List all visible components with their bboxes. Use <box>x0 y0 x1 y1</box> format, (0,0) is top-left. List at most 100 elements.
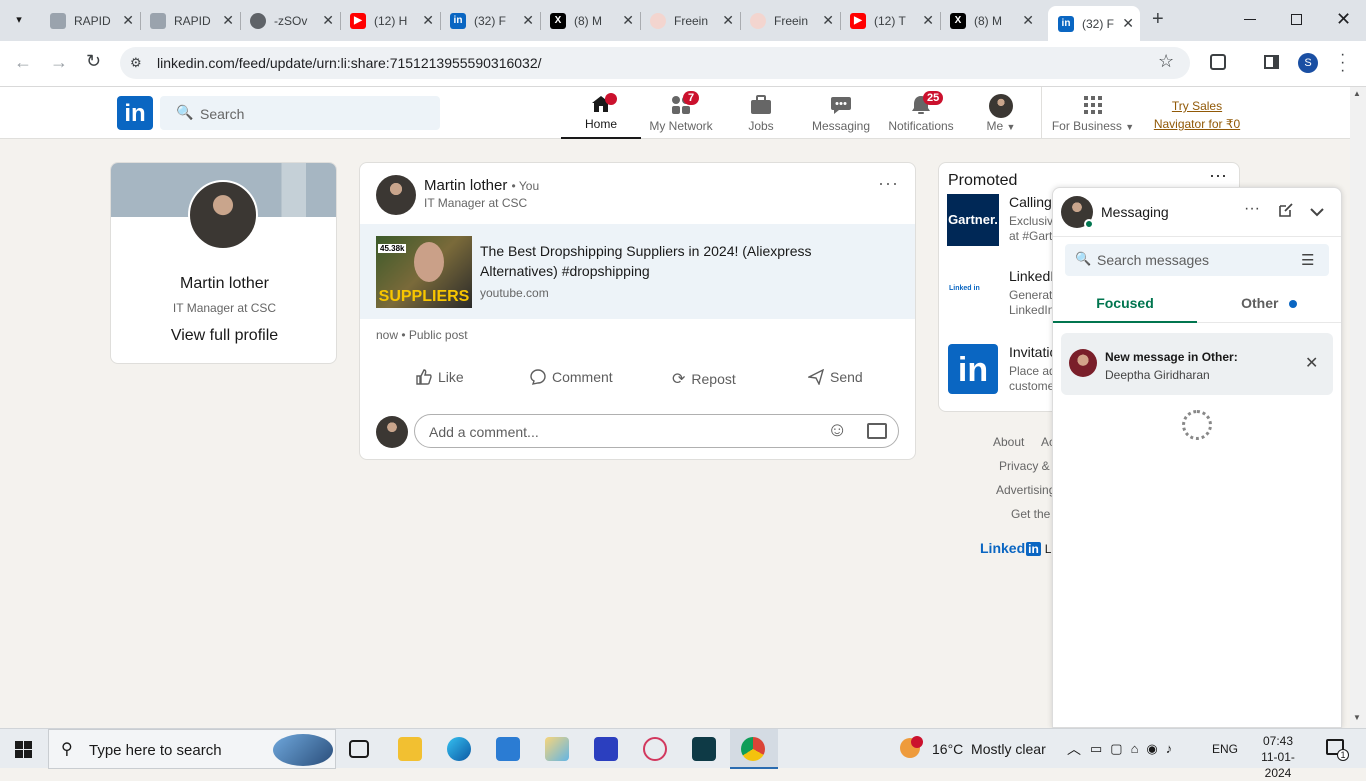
mail-icon[interactable] <box>496 737 520 761</box>
tab-close-icon[interactable]: ✕ <box>622 12 634 29</box>
footer-advertising-link[interactable]: Advertising <box>996 483 1055 497</box>
profile-avatar-large[interactable] <box>188 180 258 250</box>
forward-icon[interactable]: → <box>50 52 68 73</box>
nav-messaging[interactable]: Messaging <box>801 87 881 139</box>
file-explorer-icon[interactable] <box>398 737 422 761</box>
nav-my-network[interactable]: 7 My Network <box>641 87 721 139</box>
side-panel-icon[interactable] <box>1264 55 1279 69</box>
notice-close-icon[interactable]: ✕ <box>1305 353 1318 373</box>
tab-other[interactable]: Other <box>1197 285 1341 323</box>
url-text[interactable]: linkedin.com/feed/update/urn:li:share:71… <box>157 55 542 71</box>
new-tab-icon[interactable]: + <box>1152 8 1164 31</box>
tab-close-icon[interactable]: ✕ <box>122 12 134 29</box>
browser-tab[interactable]: -zSOv ✕ <box>240 6 341 35</box>
nav-for-business[interactable]: For Business ▼ <box>1050 87 1136 139</box>
tab-close-icon[interactable]: ✕ <box>922 12 934 29</box>
paint-icon[interactable] <box>545 737 569 761</box>
tab-focused[interactable]: Focused <box>1053 285 1197 323</box>
emoji-icon[interactable]: ☺ <box>827 419 847 442</box>
browser-tab[interactable]: Freein ✕ <box>740 6 841 35</box>
tab-close-icon[interactable]: ✕ <box>1022 12 1034 29</box>
link-title[interactable]: The Best Dropshipping Suppliers in 2024!… <box>480 241 840 281</box>
tab-close-icon[interactable]: ✕ <box>322 12 334 29</box>
task-view-icon[interactable] <box>349 740 369 758</box>
profile-name[interactable]: Martin lother <box>111 275 336 293</box>
tab-close-icon[interactable]: ✕ <box>522 12 534 29</box>
linkedin-logo[interactable]: in <box>117 96 153 130</box>
compose-icon[interactable] <box>1278 202 1294 223</box>
restore-icon[interactable] <box>1291 14 1302 25</box>
extensions-icon[interactable] <box>1210 54 1226 70</box>
filter-icon[interactable]: ☰ <box>1301 251 1314 269</box>
browser-tab[interactable]: RAPID ✕ <box>40 6 141 35</box>
view-full-profile-link[interactable]: View full profile <box>111 327 336 345</box>
tab-close-icon[interactable]: ✕ <box>422 12 434 29</box>
profile-avatar[interactable]: S <box>1298 53 1318 73</box>
tab-search-button[interactable]: ▾ <box>8 9 30 31</box>
footer-get-app-link[interactable]: Get the <box>1011 507 1050 521</box>
media-app-icon[interactable] <box>692 737 716 761</box>
nav-me[interactable]: Me ▼ <box>961 87 1041 139</box>
bookmark-star-icon[interactable]: ☆ <box>1158 51 1174 72</box>
scroll-up-icon[interactable]: ▲ <box>1353 89 1361 98</box>
app-blue-icon[interactable] <box>594 737 618 761</box>
collapse-chevron-icon[interactable] <box>1309 204 1325 222</box>
image-icon[interactable] <box>867 423 887 439</box>
nav-home[interactable]: Home <box>561 87 641 139</box>
windows-start-icon[interactable] <box>15 741 32 758</box>
search-messages-input[interactable]: Search messages <box>1097 252 1209 268</box>
messaging-more-icon[interactable]: ··· <box>1244 200 1260 218</box>
new-message-notice[interactable]: New message in Other: Deeptha Giridharan… <box>1061 333 1333 395</box>
browser-tab[interactable]: RAPID ✕ <box>140 6 241 35</box>
chrome-menu-icon[interactable]: · · · <box>1340 47 1345 79</box>
post-more-options-icon[interactable]: ··· <box>878 173 899 194</box>
scroll-down-icon[interactable]: ▼ <box>1353 713 1361 722</box>
nav-notifications[interactable]: 25 Notifications <box>881 87 961 139</box>
language-indicator[interactable]: ENG <box>1212 742 1238 756</box>
search-box[interactable]: 🔍 Search <box>160 96 440 130</box>
chrome-icon[interactable] <box>741 737 765 761</box>
send-button[interactable]: Send <box>808 369 863 385</box>
tab-close-icon[interactable]: ✕ <box>722 12 734 29</box>
window-close-icon[interactable]: ✕ <box>1336 9 1351 30</box>
post-author-avatar[interactable] <box>376 175 416 215</box>
linkedin-global-nav: in 🔍 Search Home 7 My Network Jobs Messa… <box>0 87 1350 139</box>
repost-button[interactable]: ⟳ Repost <box>672 369 736 389</box>
nav-jobs[interactable]: Jobs <box>721 87 801 139</box>
comment-button[interactable]: Comment <box>530 369 613 385</box>
footer-about-link[interactable]: About <box>993 435 1024 449</box>
clock[interactable]: 07:43 11-01-2024 <box>1248 733 1308 781</box>
try-sales-navigator-link[interactable]: Try Sales Navigator for ₹0 <box>1150 97 1244 133</box>
browser-tab[interactable]: ▶ (12) T ✕ <box>840 6 941 35</box>
comment-input[interactable]: Add a comment... ☺ <box>414 414 899 448</box>
post-author-name[interactable]: Martin lother <box>424 177 507 194</box>
tab-close-icon[interactable]: ✕ <box>1122 15 1134 32</box>
tray-app-icons[interactable]: ▭▢⌂◉♪ <box>1090 741 1180 757</box>
browser-tab[interactable]: Freein ✕ <box>640 6 741 35</box>
browser-tab[interactable]: X (8) M ✕ <box>540 6 641 35</box>
taskbar-search-box[interactable]: ⚲ Type here to search <box>48 729 336 769</box>
back-icon[interactable]: ← <box>14 52 32 73</box>
browser-tab[interactable]: ▶ (12) H ✕ <box>340 6 441 35</box>
link-preview[interactable]: 45.38k SUPPLIERS The Best Dropshipping S… <box>360 224 915 319</box>
footer-privacy-link[interactable]: Privacy & <box>999 459 1050 473</box>
browser-tab-active[interactable]: in (32) F ✕ <box>1048 6 1140 41</box>
browser-tab[interactable]: in (32) F ✕ <box>440 6 541 35</box>
tray-chevron-icon[interactable]: ︿ <box>1067 739 1081 759</box>
tab-close-icon[interactable]: ✕ <box>822 12 834 29</box>
tab-close-icon[interactable]: ✕ <box>222 12 234 29</box>
weather-text[interactable]: 16°C Mostly clear <box>932 741 1046 757</box>
page-scrollbar[interactable]: ▲ ▼ <box>1350 87 1366 728</box>
search-messages-box[interactable]: 🔍 Search messages ☰ <box>1065 244 1329 276</box>
edge-icon[interactable] <box>447 737 471 761</box>
omnibox[interactable]: ⚙ linkedin.com/feed/update/urn:li:share:… <box>120 47 1190 79</box>
like-button[interactable]: Like <box>416 369 464 385</box>
snipping-icon[interactable] <box>643 737 667 761</box>
search-input[interactable]: Search <box>200 106 244 122</box>
site-settings-icon[interactable]: ⚙ <box>130 55 142 71</box>
messaging-title[interactable]: Messaging <box>1101 204 1169 220</box>
promoted-more-icon[interactable]: ··· <box>1209 165 1227 186</box>
browser-tab[interactable]: X (8) M ✕ <box>940 6 1040 35</box>
minimize-icon[interactable] <box>1244 19 1256 20</box>
reload-icon[interactable]: ↻ <box>86 51 101 72</box>
